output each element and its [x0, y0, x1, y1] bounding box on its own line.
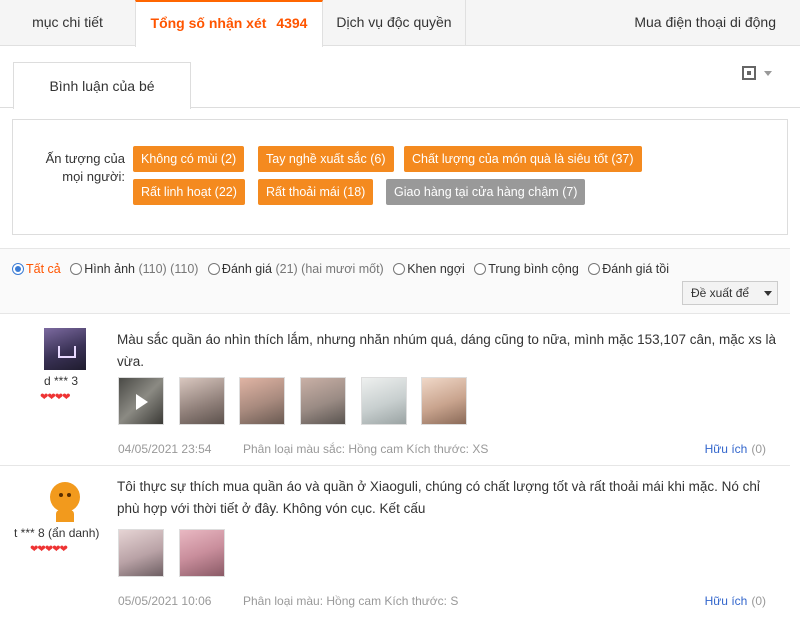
avatar-eye: [67, 493, 71, 497]
filter-label: Khen ngợi: [407, 262, 465, 276]
radio-icon: [207, 263, 220, 275]
avatar-eye: [59, 493, 63, 497]
helpful-label: Hữu ích: [704, 442, 748, 456]
helpful-button[interactable]: Hữu ích (0): [705, 594, 766, 608]
impression-tag[interactable]: Rất linh hoạt (22): [133, 179, 245, 205]
rating-hearts-icon: ❤❤❤❤: [40, 392, 70, 403]
tab-exclusive-service[interactable]: Dịch vụ độc quyền: [323, 0, 466, 46]
filter-images[interactable]: Hình ảnh (110) (110): [70, 262, 198, 276]
avatar-body: [56, 510, 74, 522]
review-image-thumbnail[interactable]: [421, 377, 468, 425]
filter-average[interactable]: Trung bình cộng: [474, 262, 579, 276]
impressions-label: Ấn tượng của mọi người:: [43, 150, 125, 186]
impressions-label-line1: Ấn tượng của: [45, 151, 125, 166]
impression-tag[interactable]: Không có mùi (2): [133, 146, 245, 172]
radio-icon: [12, 263, 24, 275]
sort-select-value: Đề xuất để: [691, 286, 750, 300]
impressions-label-line2: mọi người:: [62, 169, 125, 184]
sort-select[interactable]: Đề xuất để: [682, 281, 778, 305]
filter-label: Đánh giá: [221, 262, 272, 276]
review-variant: Phân loại màu: Hồng cam Kích thước: S: [243, 594, 459, 608]
impression-tag[interactable]: Tay nghề xuất sắc (6): [258, 146, 394, 172]
review-image-thumbnail[interactable]: [299, 377, 346, 425]
filter-count: (110) (110): [138, 262, 199, 276]
review-item: d *** 3 ❤❤❤❤ Màu sắc quần áo nhìn thích …: [0, 316, 790, 466]
radio-icon: [70, 263, 83, 275]
filter-options: Tất cả Hình ảnh (110) (110) Đánh giá (21…: [12, 262, 675, 276]
review-subtabs: Bình luận của bé: [0, 62, 800, 109]
impression-tag[interactable]: Chất lượng của món quà là siêu tốt (37): [404, 146, 642, 172]
radio-icon: [474, 263, 487, 275]
review-image-thumbnail[interactable]: [360, 377, 407, 425]
rating-hearts-icon: ❤❤❤❤❤: [30, 544, 68, 555]
qr-code-icon: [742, 66, 756, 80]
play-icon: [136, 394, 148, 410]
avatar-head: [50, 482, 80, 512]
review-image-thumbnail[interactable]: [178, 377, 225, 425]
impression-tag[interactable]: Giao hàng tại cửa hàng chậm (7): [386, 179, 586, 205]
filter-count: (21) (hai mươi mốt): [275, 262, 384, 276]
qr-code-button[interactable]: [742, 66, 776, 82]
filter-label: Hình ảnh: [84, 262, 135, 276]
impression-tag[interactable]: Rất thoải mái (18): [258, 179, 374, 205]
top-tab-bar: mục chi tiết Tổng số nhận xét 4394 Dịch …: [0, 0, 800, 47]
tab-reviews-count: 4394: [276, 15, 308, 31]
filter-praise[interactable]: Khen ngợi: [393, 262, 465, 276]
impressions-panel: Ấn tượng của mọi người: Không có mùi (2)…: [12, 119, 788, 235]
filter-label: Đánh giá tồi: [602, 262, 669, 276]
tab-details[interactable]: mục chi tiết: [0, 0, 135, 46]
filter-label: Trung bình cộng: [488, 262, 579, 276]
review-date: 04/05/2021 23:54: [118, 442, 212, 456]
tab-reviews[interactable]: Tổng số nhận xét 4394: [135, 0, 323, 47]
tab-reviews-label: Tổng số nhận xét: [150, 15, 267, 31]
tab-baby-comments[interactable]: Bình luận của bé: [13, 62, 191, 109]
review-filter-bar: Tất cả Hình ảnh (110) (110) Đánh giá (21…: [0, 248, 790, 314]
review-variant: Phân loại màu sắc: Hồng cam Kích thước: …: [243, 442, 489, 456]
review-item: t *** 8 (ẩn danh) ❤❤❤❤❤ Tôi thực sự thíc…: [0, 468, 790, 623]
radio-icon: [588, 263, 601, 275]
review-image-thumbnail[interactable]: [239, 377, 286, 425]
review-text: Tôi thực sự thích mua quần áo và quần ở …: [117, 479, 760, 516]
review-username: d *** 3: [44, 374, 79, 388]
chevron-down-icon: [764, 291, 772, 296]
review-image-thumbnail[interactable]: [178, 529, 225, 577]
filter-reviews[interactable]: Đánh giá (21) (hai mươi mốt): [207, 262, 384, 276]
filter-label: Tất cả: [26, 262, 61, 276]
helpful-label: Hữu ích: [704, 594, 748, 608]
review-date: 05/05/2021 10:06: [118, 594, 212, 608]
filter-bad[interactable]: Đánh giá tồi: [588, 262, 669, 276]
helpful-count: (0): [751, 594, 766, 608]
review-video-thumbnail[interactable]: [118, 377, 164, 425]
chevron-down-icon: [764, 71, 772, 76]
helpful-button[interactable]: Hữu ích (0): [705, 442, 766, 456]
review-images: [118, 377, 478, 425]
review-text: Màu sắc quần áo nhìn thích lắm, nhưng nh…: [117, 332, 776, 369]
buy-on-mobile-link[interactable]: Mua điện thoại di động: [600, 0, 800, 46]
review-username: t *** 8 (ẩn danh): [14, 526, 100, 540]
radio-icon: [393, 263, 406, 275]
avatar: [44, 328, 86, 370]
review-image-thumbnail[interactable]: [118, 529, 164, 577]
avatar: [44, 480, 86, 522]
helpful-count: (0): [751, 442, 766, 456]
review-images: [118, 529, 236, 577]
filter-all[interactable]: Tất cả: [12, 262, 61, 276]
